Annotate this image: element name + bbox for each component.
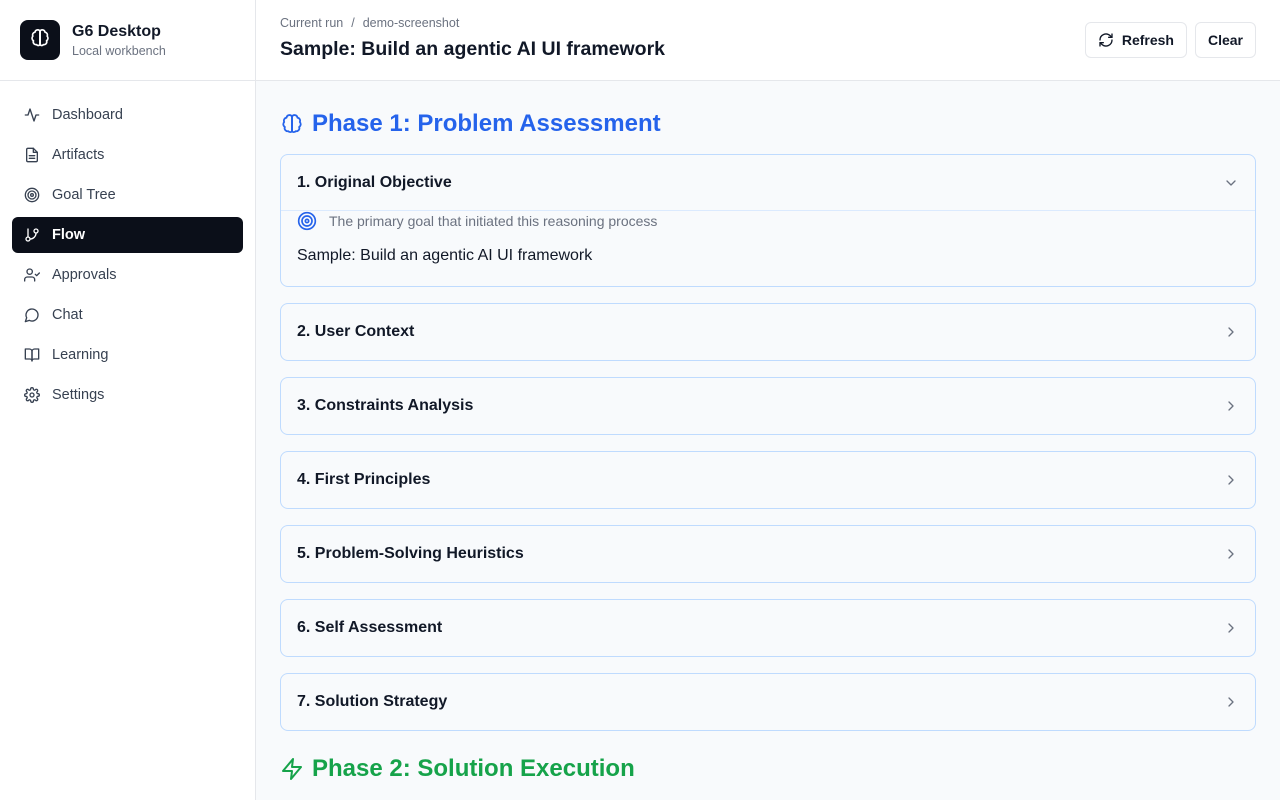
section-header[interactable]: 3. Constraints Analysis — [281, 378, 1255, 434]
section-description: The primary goal that initiated this rea… — [297, 211, 1239, 231]
sidebar-item-label: Flow — [52, 227, 86, 243]
section-header[interactable]: 1. Original Objective — [281, 155, 1255, 211]
activity-icon — [24, 107, 40, 123]
chevron-right-icon — [1223, 324, 1239, 340]
phase2-title: Phase 2: Solution Execution — [312, 755, 635, 782]
section-self-assessment: 6. Self Assessment — [280, 599, 1256, 657]
section-header[interactable]: 7. Solution Strategy — [281, 674, 1255, 730]
section-problem-solving-heuristics: 5. Problem-Solving Heuristics — [280, 525, 1256, 583]
section-title: 5. Problem-Solving Heuristics — [297, 545, 524, 562]
refresh-button[interactable]: Refresh — [1084, 22, 1187, 58]
breadcrumb-item-run-id: demo-screenshot — [362, 16, 460, 30]
file-text-icon — [24, 147, 40, 163]
target-icon — [24, 187, 40, 203]
section-title: 6. Self Assessment — [297, 619, 443, 636]
section-original-objective: 1. Original Objective The primary goal t… — [280, 154, 1256, 287]
sidebar-item-dashboard[interactable]: Dashboard — [12, 97, 243, 133]
sidebar-item-approvals[interactable]: Approvals — [12, 257, 243, 293]
sidebar-nav: Dashboard Artifacts Goal Tree Flow Appro… — [0, 81, 255, 433]
sidebar-item-label: Dashboard — [52, 107, 123, 123]
app-subtitle: Local workbench — [72, 43, 166, 58]
breadcrumb-item-current-run[interactable]: Current run — [280, 16, 343, 30]
section-header[interactable]: 6. Self Assessment — [281, 600, 1255, 656]
section-title: 1. Original Objective — [297, 173, 452, 191]
sidebar-item-label: Approvals — [52, 267, 117, 283]
brand: G6 Desktop Local workbench — [0, 0, 255, 81]
chevron-right-icon — [1223, 620, 1239, 636]
sidebar-item-artifacts[interactable]: Artifacts — [12, 137, 243, 173]
sidebar-item-label: Learning — [52, 347, 109, 363]
chevron-right-icon — [1223, 546, 1239, 562]
phase2-heading: Phase 2: Solution Execution — [280, 753, 1256, 785]
app-title: G6 Desktop — [72, 22, 161, 40]
sidebar-item-label: Settings — [52, 387, 105, 403]
page-title: Sample: Build an agentic AI UI framework — [280, 38, 666, 60]
chevron-right-icon — [1223, 472, 1239, 488]
refresh-button-label: Refresh — [1121, 32, 1174, 48]
section-description-text: The primary goal that initiated this rea… — [329, 213, 658, 229]
chevron-down-icon — [1223, 175, 1239, 191]
section-title: 3. Constraints Analysis — [297, 397, 474, 414]
sidebar: G6 Desktop Local workbench Dashboard Art… — [0, 0, 256, 800]
sidebar-item-label: Chat — [52, 307, 83, 323]
message-circle-icon — [24, 307, 40, 323]
sidebar-item-settings[interactable]: Settings — [12, 377, 243, 413]
section-title: 7. Solution Strategy — [297, 693, 448, 710]
section-first-principles: 4. First Principles — [280, 451, 1256, 509]
book-open-icon — [24, 347, 40, 363]
zap-icon — [280, 757, 304, 781]
chevron-right-icon — [1223, 398, 1239, 414]
sidebar-item-learning[interactable]: Learning — [12, 337, 243, 373]
section-solution-strategy: 7. Solution Strategy — [280, 673, 1256, 731]
brain-icon — [29, 27, 51, 54]
clear-button[interactable]: Clear — [1194, 22, 1256, 58]
phase1-title: Phase 1: Problem Assessment — [312, 110, 661, 137]
sidebar-item-label: Artifacts — [52, 147, 105, 163]
refresh-icon — [1098, 32, 1114, 48]
breadcrumb-separator: / — [351, 16, 355, 30]
target-icon — [297, 211, 317, 231]
user-check-icon — [24, 267, 40, 283]
brand-logo — [20, 20, 60, 60]
sidebar-item-goal-tree[interactable]: Goal Tree — [12, 177, 243, 213]
sidebar-item-label: Goal Tree — [52, 187, 116, 203]
section-header[interactable]: 2. User Context — [281, 304, 1255, 360]
phase1-heading: Phase 1: Problem Assessment — [280, 108, 1256, 140]
section-user-context: 2. User Context — [280, 303, 1256, 361]
section-constraints-analysis: 3. Constraints Analysis — [280, 377, 1256, 435]
section-header[interactable]: 5. Problem-Solving Heuristics — [281, 526, 1255, 582]
clear-button-label: Clear — [1207, 32, 1243, 48]
section-body: The primary goal that initiated this rea… — [281, 211, 1255, 286]
section-content: Sample: Build an agentic AI UI framework — [297, 247, 593, 264]
git-branch-icon — [24, 227, 40, 243]
breadcrumb: Current run / demo-screenshot — [280, 16, 459, 30]
section-title: 2. User Context — [297, 323, 415, 340]
sidebar-item-flow[interactable]: Flow — [12, 217, 243, 253]
main-content: Phase 1: Problem Assessment 1. Original … — [256, 81, 1280, 800]
header-actions: Refresh Clear — [1084, 22, 1256, 58]
gear-icon — [24, 387, 40, 403]
phase1-sections: 1. Original Objective The primary goal t… — [280, 154, 1256, 731]
sidebar-item-chat[interactable]: Chat — [12, 297, 243, 333]
brain-icon — [280, 112, 304, 136]
section-title: 4. First Principles — [297, 471, 431, 488]
page-header: Current run / demo-screenshot Sample: Bu… — [256, 0, 1280, 81]
chevron-right-icon — [1223, 694, 1239, 710]
section-header[interactable]: 4. First Principles — [281, 452, 1255, 508]
